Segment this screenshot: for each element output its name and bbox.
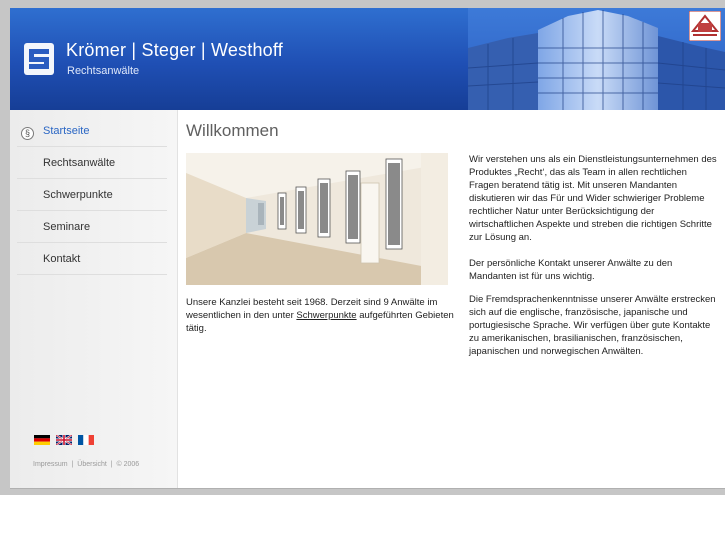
footer-separator: | [110,461,113,468]
uebersicht-link[interactable]: Übersicht [77,461,107,468]
sidebar-item-seminare[interactable]: Seminare [17,211,167,243]
sidebar-item-startseite[interactable]: § Startseite [17,115,167,147]
page-frame: Krömer | Steger | Westhoff Rechtsanwälte [0,0,725,495]
office-hallway-photo [186,153,448,285]
header-banner: Krömer | Steger | Westhoff Rechtsanwälte [10,8,725,110]
logo-icon [24,43,54,75]
body-paragraph: Die Fremdsprachenkenntnisse unserer Anwä… [469,294,716,357]
building-photo [468,8,725,110]
sidebar-item-label: Startseite [43,125,90,137]
seal-logo-icon [689,11,721,41]
page: Krömer | Steger | Westhoff Rechtsanwälte [10,8,725,488]
body-paragraph: Wir verstehen uns als ein Dienstleistung… [469,154,717,243]
sidebar-item-rechtsanwaelte[interactable]: Rechtsanwälte [17,147,167,179]
firm-name: Krömer | Steger | Westhoff [66,40,283,60]
flag-fr-icon[interactable] [78,435,94,445]
flag-uk-icon[interactable] [56,435,72,445]
intro-paragraph: Unsere Kanzlei besteht seit 1968. Derzei… [186,297,454,334]
impressum-link[interactable]: Impressum [33,461,68,468]
sidebar-item-label: Rechtsanwälte [43,157,116,169]
schwerpunkte-link[interactable]: Schwerpunkte [296,310,356,321]
sidebar-item-label: Schwerpunkte [43,189,113,201]
sidebar: § Startseite Rechtsanwälte Schwerpunkte … [10,110,178,488]
sidebar-item-label: Seminare [43,221,91,233]
footer-links: Impressum | Übersicht | © 2006 [33,461,139,468]
sidebar-item-schwerpunkte[interactable]: Schwerpunkte [17,179,167,211]
footer-separator: | [71,461,74,468]
paragraph-sign-icon: § [21,127,34,140]
page-title: Willkommen [186,121,279,140]
firm-subtitle: Rechtsanwälte [67,65,140,77]
language-selector [34,435,100,453]
copyright: © 2006 [116,461,140,468]
sidebar-item-label: Kontakt [43,253,81,265]
body-paragraph: Der persönliche Kontakt unserer Anwälte … [469,258,673,282]
sidebar-item-kontakt[interactable]: Kontakt [17,243,167,275]
flag-de-icon[interactable] [34,435,50,445]
